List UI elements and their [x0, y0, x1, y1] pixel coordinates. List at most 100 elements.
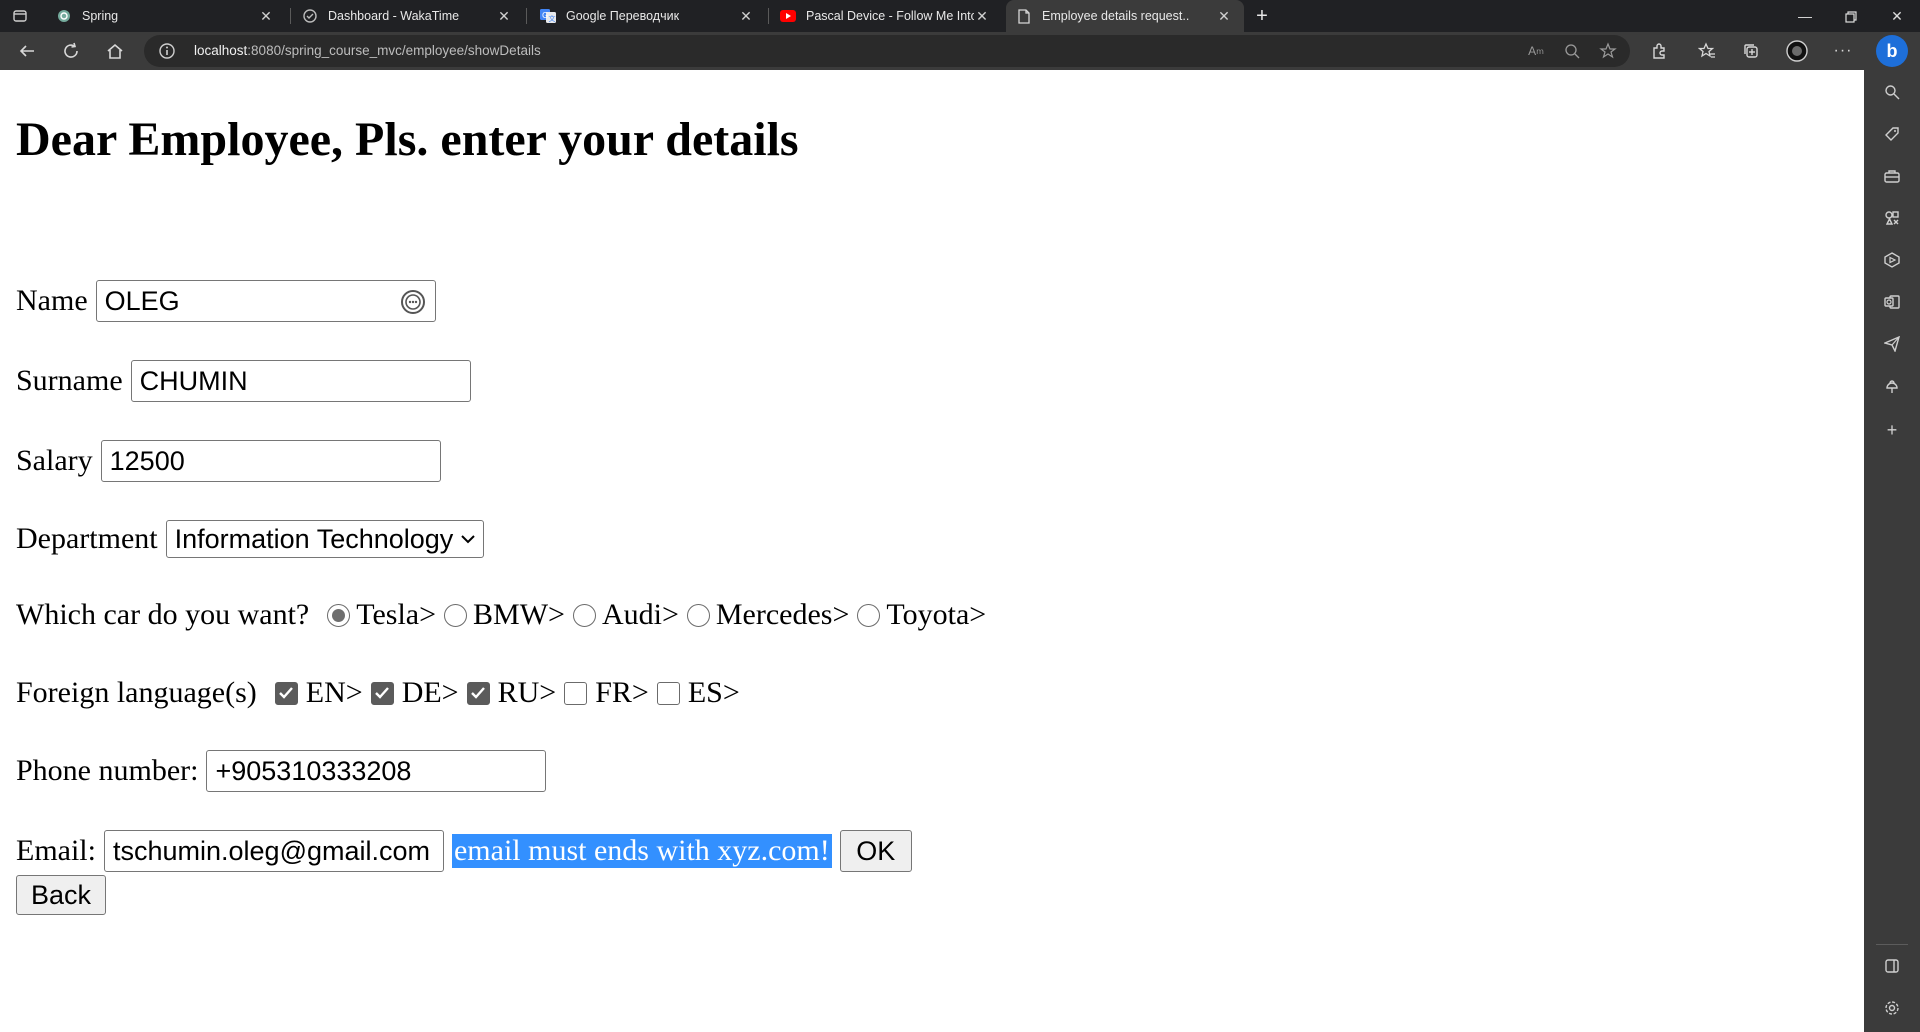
sidebar-divider [1876, 944, 1908, 945]
close-tab-icon[interactable]: ✕ [496, 8, 512, 25]
tab-title: Spring [82, 9, 119, 23]
language-option-fr[interactable]: FR> [564, 676, 649, 710]
svg-text:文: 文 [549, 14, 556, 23]
email-error-message: email must ends with xyz.com! [451, 834, 832, 868]
car-option-mercedes[interactable]: Mercedes> [686, 598, 850, 632]
page-title: Dear Employee, Pls. enter your details [16, 113, 799, 166]
collections-icon[interactable] [1738, 39, 1764, 63]
back-icon[interactable] [14, 39, 40, 63]
refresh-icon[interactable] [58, 39, 84, 63]
department-select[interactable]: Information Technology [165, 520, 485, 558]
add-icon[interactable]: + [1882, 420, 1902, 440]
new-tab-button[interactable]: + [1250, 4, 1274, 28]
surname-value: CHUMIN [139, 365, 248, 396]
car-option-audi[interactable]: Audi> [572, 598, 679, 632]
tab-separator [768, 8, 769, 24]
language-option-de[interactable]: DE> [370, 676, 459, 710]
checkbox-fr[interactable] [564, 681, 588, 705]
phone-input[interactable]: +905310333208 [206, 750, 547, 792]
address-bar[interactable]: localhost:8080/spring_course_mvc/employe… [144, 35, 1630, 67]
close-tab-icon[interactable]: ✕ [974, 8, 990, 25]
tab-spring[interactable]: Spring ✕ [46, 0, 286, 32]
checkbox-ru[interactable] [466, 681, 490, 705]
outlook-icon[interactable] [1882, 292, 1902, 312]
send-icon[interactable] [1882, 334, 1902, 354]
languages-label: Foreign language(s) [16, 676, 257, 709]
tab-employee-details[interactable]: Employee details request.. ✕ [1006, 0, 1244, 32]
checkbox-en[interactable] [274, 681, 298, 705]
hide-sidebar-icon[interactable] [1882, 956, 1902, 976]
name-row: Name OLEG [16, 280, 436, 322]
restore-icon[interactable] [1828, 0, 1874, 32]
close-window-icon[interactable]: ✕ [1874, 0, 1920, 32]
favorites-icon[interactable] [1694, 39, 1720, 63]
ok-button[interactable]: OK [839, 830, 912, 872]
zoom-icon[interactable] [1562, 41, 1582, 61]
profile-avatar[interactable] [1784, 39, 1810, 63]
close-tab-icon[interactable]: ✕ [738, 8, 754, 25]
close-tab-icon[interactable]: ✕ [258, 8, 274, 25]
back-row: Back [16, 875, 106, 915]
page-icon [1016, 8, 1032, 24]
checkbox-es[interactable] [656, 681, 680, 705]
page-content: Dear Employee, Pls. enter your details N… [0, 70, 1864, 1032]
language-option-es[interactable]: ES> [656, 676, 740, 710]
name-input[interactable]: OLEG [95, 280, 436, 322]
car-option-label: Mercedes> [715, 598, 850, 631]
chevron-down-icon [461, 535, 476, 544]
department-row: Department Information Technology [16, 520, 485, 558]
salary-input[interactable]: 12500 [100, 440, 441, 482]
drop-icon[interactable] [1882, 376, 1902, 396]
car-option-label: Tesla> [356, 598, 437, 631]
wakatime-icon [302, 8, 318, 24]
email-row: Email: tschumin.oleg@gmail.com email mus… [16, 830, 912, 872]
more-options-icon[interactable]: ··· [1830, 39, 1856, 63]
radio-audi[interactable] [572, 603, 596, 627]
google-translate-icon: G文 [540, 8, 556, 24]
radio-mercedes[interactable] [686, 603, 710, 627]
checkbox-de[interactable] [370, 681, 394, 705]
chatgpt-icon [56, 8, 72, 24]
autofill-icon[interactable] [399, 289, 427, 322]
tab-wakatime[interactable]: Dashboard - WakaTime ✕ [292, 0, 524, 32]
games-icon[interactable] [1882, 208, 1902, 228]
tab-google-translate[interactable]: G文 Google Переводчик ✕ [530, 0, 766, 32]
youtube-icon [780, 8, 796, 24]
microsoft-365-icon[interactable] [1882, 250, 1902, 270]
tools-icon[interactable] [1882, 166, 1902, 186]
search-icon[interactable] [1882, 82, 1902, 102]
radio-bmw[interactable] [444, 603, 468, 627]
url-text: localhost:8080/spring_course_mvc/employe… [194, 35, 541, 67]
car-option-label: Audi> [601, 598, 679, 631]
car-option-tesla[interactable]: Tesla> [327, 598, 436, 632]
surname-input[interactable]: CHUMIN [130, 360, 471, 402]
read-aloud-icon[interactable]: Aⅿ [1526, 41, 1546, 61]
name-label: Name [16, 284, 88, 317]
email-input[interactable]: tschumin.oleg@gmail.com [103, 830, 444, 872]
tab-strip: Spring ✕ Dashboard - WakaTime ✕ G文 Googl… [0, 0, 1920, 32]
language-option-label: EN> [305, 676, 363, 709]
close-tab-icon[interactable]: ✕ [1216, 8, 1232, 25]
language-option-en[interactable]: EN> [274, 676, 363, 710]
minimize-icon[interactable]: — [1782, 0, 1828, 32]
language-option-ru[interactable]: RU> [466, 676, 556, 710]
car-option-toyota[interactable]: Toyota> [857, 598, 986, 632]
language-option-label: ES> [687, 676, 740, 709]
settings-gear-icon[interactable] [1882, 998, 1902, 1018]
tab-youtube[interactable]: Pascal Device - Follow Me Into Th ✕ [770, 0, 1002, 32]
car-row: Which car do you want? Tesla> BMW> Audi>… [16, 598, 994, 632]
tab-actions-icon[interactable] [12, 8, 28, 24]
add-favorite-icon[interactable] [1598, 41, 1618, 61]
radio-tesla[interactable] [327, 603, 351, 627]
site-info-icon[interactable] [158, 42, 176, 60]
url-host: localhost [194, 43, 248, 58]
home-icon[interactable] [102, 39, 128, 63]
back-button[interactable]: Back [16, 875, 106, 915]
copilot-icon[interactable]: b [1876, 35, 1908, 67]
car-option-bmw[interactable]: BMW> [444, 598, 565, 632]
radio-toyota[interactable] [857, 603, 881, 627]
salary-label: Salary [16, 444, 93, 477]
shopping-tag-icon[interactable] [1882, 124, 1902, 144]
extensions-icon[interactable] [1646, 39, 1672, 63]
surname-label: Surname [16, 364, 123, 397]
